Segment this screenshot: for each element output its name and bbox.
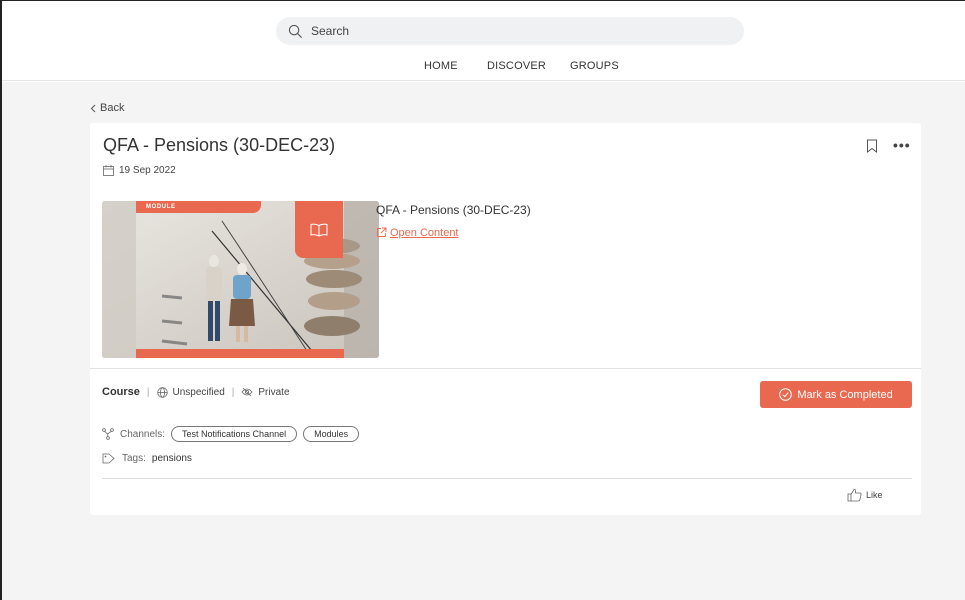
globe-icon bbox=[156, 386, 168, 398]
channels-row: Channels: Test Notifications Channel Mod… bbox=[102, 426, 360, 442]
more-icon[interactable]: ••• bbox=[893, 137, 911, 153]
top-bar: HOME DISCOVER GROUPS bbox=[2, 1, 965, 81]
thumbnail-accent-bar bbox=[136, 349, 344, 358]
tag-icon bbox=[102, 453, 115, 464]
thumbs-up-icon bbox=[847, 489, 862, 502]
date-row: 19 Sep 2022 bbox=[103, 165, 176, 176]
visibility-value: Private bbox=[258, 386, 290, 398]
eye-off-icon bbox=[241, 387, 253, 397]
tags-row: Tags: pensions bbox=[102, 453, 192, 464]
tags-value[interactable]: pensions bbox=[152, 453, 192, 464]
language-value: Unspecified bbox=[172, 386, 225, 398]
tags-label: Tags: bbox=[122, 453, 146, 464]
like-button[interactable]: Like bbox=[847, 488, 883, 502]
open-content-link[interactable]: Open Content bbox=[390, 227, 459, 239]
mark-completed-button[interactable]: Mark as Completed bbox=[760, 381, 912, 408]
meta-row: Course | Unspecified | Private bbox=[102, 386, 290, 398]
content-card: QFA - Pensions (30-DEC-23) 19 Sep 2022 •… bbox=[90, 123, 921, 515]
channel-pill[interactable]: Modules bbox=[303, 426, 360, 442]
page-title: QFA - Pensions (30-DEC-23) bbox=[103, 135, 336, 155]
nav-groups[interactable]: GROUPS bbox=[570, 60, 619, 72]
book-icon bbox=[310, 223, 328, 237]
content-title: QFA - Pensions (30-DEC-23) bbox=[376, 203, 531, 217]
chevron-left-icon bbox=[90, 104, 96, 112]
content-type: Course bbox=[102, 386, 140, 398]
nav-discover[interactable]: DISCOVER bbox=[487, 60, 546, 72]
module-thumbnail[interactable]: MODULE bbox=[102, 201, 379, 358]
search-input[interactable] bbox=[311, 24, 711, 38]
back-link[interactable]: Back bbox=[90, 102, 124, 114]
book-badge bbox=[295, 201, 343, 258]
meta-separator: | bbox=[146, 386, 150, 398]
like-label: Like bbox=[866, 490, 883, 500]
external-link-icon bbox=[377, 227, 387, 237]
nav-home[interactable]: HOME bbox=[424, 60, 458, 72]
date-text: 19 Sep 2022 bbox=[119, 165, 176, 176]
channels-label: Channels: bbox=[120, 428, 166, 440]
bookmark-icon[interactable] bbox=[866, 139, 878, 153]
divider bbox=[102, 478, 912, 479]
search-bar[interactable] bbox=[276, 17, 744, 45]
meta-separator: | bbox=[231, 386, 235, 398]
search-icon bbox=[288, 24, 302, 38]
calendar-icon bbox=[103, 165, 114, 176]
check-circle-icon bbox=[779, 388, 793, 401]
module-tag: MODULE bbox=[136, 201, 261, 213]
channels-icon bbox=[102, 428, 114, 440]
divider bbox=[90, 368, 921, 369]
mark-completed-label: Mark as Completed bbox=[797, 388, 893, 401]
channel-pill[interactable]: Test Notifications Channel bbox=[171, 426, 298, 442]
back-label: Back bbox=[100, 102, 125, 114]
